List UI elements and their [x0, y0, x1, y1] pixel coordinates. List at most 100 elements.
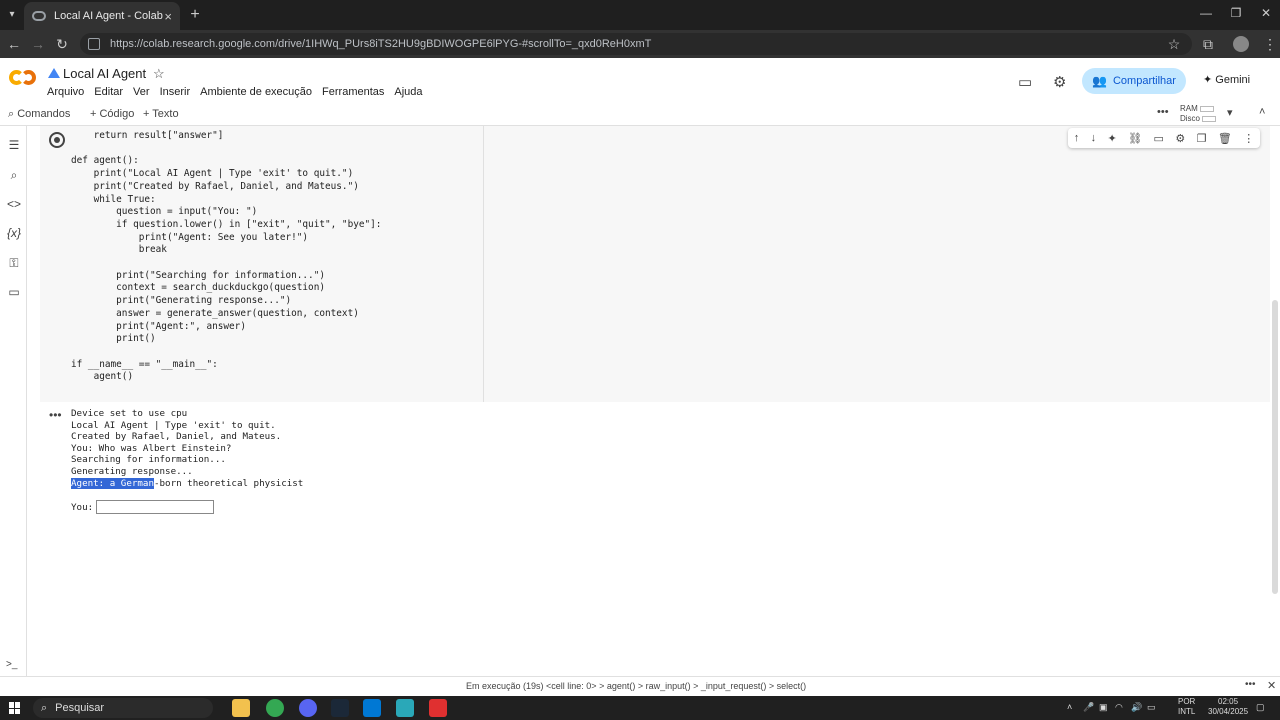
menu-ambiente[interactable]: Ambiente de execução [200, 86, 312, 98]
status-bar: >_ Em execução (19s) <cell line: 0> > ag… [0, 659, 1280, 696]
recorder-icon[interactable] [429, 699, 447, 717]
menu-ver[interactable]: Ver [133, 86, 150, 98]
menu-inserir[interactable]: Inserir [160, 86, 191, 98]
browser-menu-icon[interactable]: ⋮ [1261, 35, 1279, 53]
share-button[interactable]: 👥 Compartilhar [1082, 68, 1186, 94]
add-text-button[interactable]: + Texto [143, 108, 179, 120]
output-line-agent[interactable]: Agent: a German-born theoretical physici… [71, 477, 304, 490]
cell-settings-icon[interactable]: ⚙ [1175, 132, 1185, 145]
menu-ajuda[interactable]: Ajuda [394, 86, 422, 98]
execution-status: Em execução (19s) <cell line: 0> > agent… [466, 681, 807, 691]
notifications-icon[interactable]: ▢ [1256, 702, 1265, 713]
forward-icon[interactable]: → [29, 35, 47, 53]
add-code-button[interactable]: + Código [90, 108, 134, 120]
minimize-icon[interactable]: — [1196, 6, 1216, 20]
taskbar-search[interactable]: ⌕ Pesquisar [33, 698, 213, 718]
status-close-icon[interactable]: ✕ [1267, 679, 1276, 692]
language-indicator[interactable]: POR INTL [1178, 697, 1195, 717]
star-notebook-icon[interactable]: ☆ [153, 66, 165, 82]
file-explorer-icon[interactable] [232, 699, 250, 717]
output-line: Searching for information... [71, 454, 226, 466]
wifi-icon[interactable]: ◠ [1115, 702, 1123, 713]
discord-icon[interactable] [299, 699, 317, 717]
menu-arquivo[interactable]: Arquivo [47, 86, 84, 98]
unselected-text: -born theoretical physicist [153, 477, 304, 489]
settings-gear-icon[interactable]: ⚙ [1053, 73, 1066, 91]
browser-tab-bar: ▾ Local AI Agent - Colab × + — ❐ ✕ [0, 0, 1280, 30]
steam-icon[interactable] [331, 699, 349, 717]
resource-monitor[interactable]: RAM Disco [1180, 104, 1217, 124]
cell-more-icon[interactable]: ⋮ [1243, 132, 1254, 145]
address-bar-row: ← → ↻ https://colab.research.google.com/… [0, 30, 1280, 58]
app-icon[interactable] [396, 699, 414, 717]
tray-app-icon[interactable]: ▣ [1099, 702, 1108, 713]
variables-icon[interactable]: {x} [6, 226, 22, 240]
link-icon[interactable]: ⛓ [1128, 132, 1142, 145]
chrome-icon[interactable] [266, 699, 284, 717]
selected-text: Agent: a German [71, 477, 154, 489]
table-of-contents-icon[interactable]: ☰ [6, 138, 22, 152]
code-line: question = input("You: ") [71, 206, 258, 218]
stdin-input[interactable] [96, 500, 214, 514]
profile-avatar[interactable] [1233, 36, 1249, 52]
new-tab-icon[interactable]: + [186, 6, 204, 24]
taskbar-clock[interactable]: 02:05 30/04/2025 [1208, 697, 1248, 717]
back-icon[interactable]: ← [5, 35, 23, 53]
bookmark-star-icon[interactable]: ☆ [1165, 35, 1183, 53]
comments-icon[interactable]: ▭ [1018, 73, 1032, 91]
status-more-icon[interactable]: ••• [1245, 679, 1256, 690]
menu-bar: Arquivo Editar Ver Inserir Ambiente de e… [47, 86, 433, 98]
files-folder-icon[interactable]: ▭ [6, 285, 22, 299]
stop-cell-icon[interactable] [49, 132, 65, 148]
mirror-cell-icon[interactable]: ❐ [1197, 132, 1207, 145]
cell-toolbar: ↑ ↓ ✦ ⛓ ▭ ⚙ ❐ 🗑 ⋮ [1068, 128, 1260, 148]
site-info-icon[interactable] [88, 38, 100, 50]
code-line: print("Agent:", answer) [71, 320, 246, 332]
collapse-header-icon[interactable]: ˄ [1259, 106, 1265, 118]
output-line: Created by Rafael, Daniel, and Mateus. [71, 431, 282, 443]
delete-icon[interactable]: 🗑 [1218, 132, 1232, 145]
commands-button[interactable]: ⌕ Comandos [8, 108, 70, 121]
comment-icon[interactable]: ▭ [1154, 132, 1164, 145]
menu-ferramentas[interactable]: Ferramentas [322, 86, 384, 98]
reload-icon[interactable]: ↻ [53, 35, 71, 53]
output-text: Device set to use cpu Local AI Agent | Ty… [71, 408, 303, 489]
menu-editar[interactable]: Editar [94, 86, 123, 98]
notebook-title[interactable]: Local AI Agent [63, 66, 146, 81]
tray-chevron-icon[interactable]: ˄ [1067, 702, 1072, 712]
colab-logo-icon[interactable] [9, 67, 37, 87]
colab-favicon-icon [32, 11, 46, 21]
code-line: if __name__ == "__main__": [71, 358, 218, 370]
gemini-sparkle-icon[interactable]: ✦ [1108, 132, 1117, 145]
url-field[interactable]: https://colab.research.google.com/drive/… [80, 33, 1192, 55]
close-window-icon[interactable]: ✕ [1256, 6, 1276, 20]
close-tab-icon[interactable]: × [164, 9, 172, 24]
microphone-icon[interactable]: 🎤 [1083, 702, 1094, 713]
battery-icon[interactable]: ▭ [1147, 702, 1156, 713]
lang-code: POR [1178, 697, 1196, 706]
tab-search-icon[interactable]: ▾ [4, 7, 20, 23]
more-options-icon[interactable]: ••• [1157, 106, 1169, 118]
code-cell[interactable]: return result["answer"] def agent(): pri… [40, 126, 1270, 402]
maximize-icon[interactable]: ❐ [1226, 6, 1246, 20]
runtime-dropdown-icon[interactable]: ▾ [1227, 106, 1233, 119]
gemini-button[interactable]: ✦ Gemini [1203, 73, 1250, 86]
extensions-icon[interactable]: ⧉ [1199, 35, 1217, 53]
find-replace-icon[interactable]: ⌕ [6, 168, 22, 183]
windows-start-icon[interactable] [9, 702, 21, 714]
vscode-icon[interactable] [363, 699, 381, 717]
code-snippets-icon[interactable]: <> [6, 197, 22, 211]
browser-tab[interactable]: Local AI Agent - Colab × [24, 2, 180, 30]
disk-label: Disco [1180, 114, 1201, 123]
volume-icon[interactable]: 🔊 [1131, 702, 1142, 713]
secrets-key-icon[interactable]: ⚿ [6, 256, 22, 271]
code-line: answer = generate_answer(question, conte… [71, 307, 359, 319]
move-up-icon[interactable]: ↑ [1074, 132, 1080, 144]
code-line: print("Agent: See you later!") [71, 231, 309, 243]
terminal-icon[interactable]: >_ [6, 659, 17, 670]
output-actions-icon[interactable]: ••• [49, 408, 62, 422]
move-down-icon[interactable]: ↓ [1091, 132, 1097, 144]
code-line: return result["answer"] [71, 130, 224, 141]
notebook-scrollbar[interactable] [1272, 300, 1278, 594]
code-editor[interactable]: return result["answer"] def agent(): pri… [71, 130, 381, 384]
